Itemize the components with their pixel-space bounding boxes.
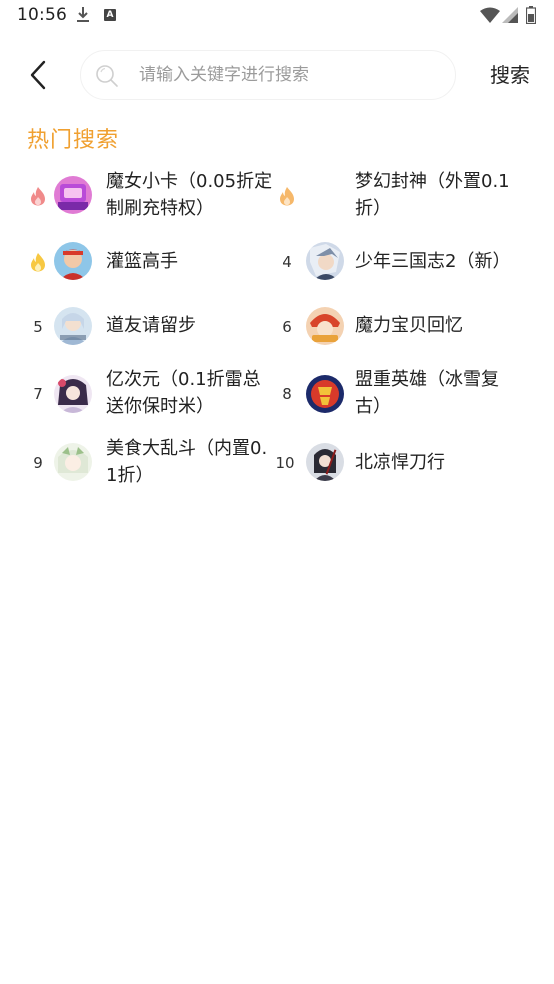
game-icon (54, 307, 92, 345)
rank-number: 9 (33, 454, 43, 472)
hot-search-item[interactable]: 魔女小卡（0.05折定制刷充特权） (27, 168, 275, 224)
hot-search-item[interactable]: 梦幻封神（外置0.1折） (276, 168, 524, 224)
game-icon (306, 307, 344, 345)
game-name: 盟重英雄（冰雪复古） (355, 369, 499, 417)
hot-search-item[interactable]: 6 魔力宝贝回忆 (276, 306, 524, 346)
rank-number: 6 (282, 318, 292, 336)
game-name: 魔力宝贝回忆 (355, 315, 463, 336)
game-icon (306, 443, 344, 481)
game-icon (54, 242, 92, 280)
rank-number: 4 (282, 253, 292, 271)
game-name: 灌篮高手 (106, 251, 178, 272)
rank-number: 8 (282, 385, 292, 403)
signal-icon (502, 7, 518, 23)
rank-number: 5 (33, 318, 43, 336)
download-icon (77, 7, 89, 22)
game-name: 梦幻封神（外置0.1折） (355, 171, 510, 219)
hot-search-title: 热门搜索 (27, 128, 120, 153)
game-icon (54, 443, 92, 481)
hot-search-item[interactable]: 4 少年三国志2（新） (276, 242, 524, 282)
hot-search-item[interactable]: 7 亿次元（0.1折雷总送你保时米） (27, 366, 275, 422)
game-name: 美食大乱斗（内置0.1折） (106, 438, 268, 486)
status-bar: 10:56 A (0, 0, 554, 30)
battery-icon (526, 6, 536, 24)
chevron-left-icon (30, 60, 46, 90)
back-button[interactable] (22, 58, 56, 92)
fire-orange-icon (280, 187, 294, 206)
search-icon (96, 65, 118, 87)
game-icon (54, 176, 92, 214)
hot-search-item[interactable]: 8 盟重英雄（冰雪复古） (276, 366, 524, 422)
fire-yellow-icon (31, 253, 45, 272)
a-notification-icon: A (104, 9, 116, 21)
hot-search-item[interactable]: 10 北凉悍刀行 (275, 435, 524, 491)
game-icon (306, 375, 344, 413)
wifi-icon (480, 7, 500, 23)
game-name: 亿次元（0.1折雷总送你保时米） (106, 369, 261, 417)
rank-number: 7 (33, 385, 43, 403)
rank-number: 10 (275, 454, 295, 472)
game-name: 北凉悍刀行 (355, 452, 445, 473)
search-input[interactable] (139, 51, 439, 99)
game-name: 道友请留步 (106, 315, 196, 336)
game-icon (54, 375, 92, 413)
game-name: 魔女小卡（0.05折定制刷充特权） (106, 171, 273, 219)
fire-red-icon (31, 187, 45, 206)
game-name: 少年三国志2（新） (355, 251, 511, 272)
game-icon (306, 242, 344, 280)
hot-search-item[interactable]: 9 美食大乱斗（内置0.1折） (27, 435, 275, 491)
hot-search-item[interactable]: 灌篮高手 (27, 242, 275, 282)
search-box[interactable] (80, 50, 456, 100)
hot-search-item[interactable]: 5 道友请留步 (27, 306, 275, 346)
status-time: 10:56 (17, 5, 67, 25)
search-button[interactable]: 搜索 (480, 58, 540, 92)
